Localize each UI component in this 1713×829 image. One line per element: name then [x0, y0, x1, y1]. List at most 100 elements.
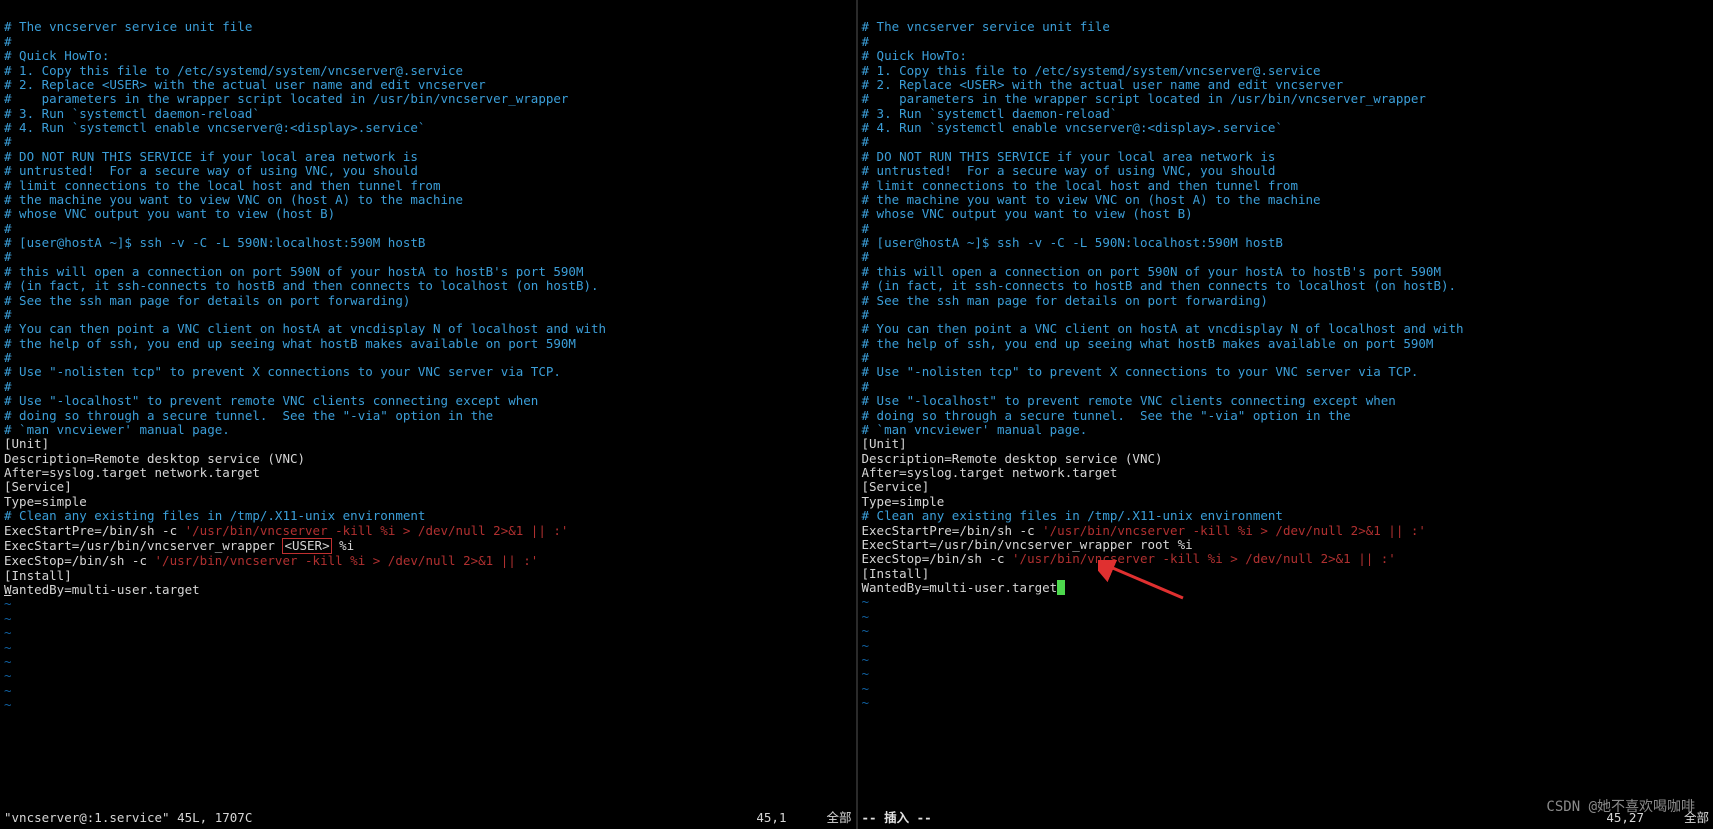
comment-line: # [user@hostA ~]$ ssh -v -C -L 590N:loca…	[862, 235, 1283, 250]
tilde-line: ~	[4, 697, 12, 712]
comment-line: # the machine you want to view VNC on (h…	[4, 192, 463, 207]
user-placeholder-highlight: <USER>	[282, 538, 331, 554]
tilde-line: ~	[4, 683, 12, 698]
tilde-line: ~	[4, 596, 12, 611]
wantedby-line: WantedBy=multi-user.target	[4, 582, 200, 597]
right-status-bar: -- 插入 -- 45,27 全部	[862, 811, 1710, 825]
tilde-line: ~	[862, 652, 870, 667]
insert-cursor	[1057, 580, 1065, 595]
comment-line: # 2. Replace <USER> with the actual user…	[4, 77, 486, 92]
status-position: 45,1	[756, 811, 786, 825]
comment-line: # The vncserver service unit file	[4, 19, 252, 34]
unit-header: [Unit]	[862, 436, 907, 451]
tilde-line: ~	[862, 666, 870, 681]
clean-comment: # Clean any existing files in /tmp/.X11-…	[4, 508, 425, 523]
execstartpre-line: ExecStartPre=/bin/sh -c '/usr/bin/vncser…	[4, 523, 568, 538]
tilde-line: ~	[4, 611, 12, 626]
comment-line: # the help of ssh, you end up seeing wha…	[862, 336, 1434, 351]
comment-line: #	[4, 379, 12, 394]
comment-line: # the help of ssh, you end up seeing wha…	[4, 336, 576, 351]
cursor-position: W	[4, 582, 12, 597]
unit-description: Description=Remote desktop service (VNC)	[862, 451, 1163, 466]
comment-line: # The vncserver service unit file	[862, 19, 1110, 34]
clean-comment: # Clean any existing files in /tmp/.X11-…	[862, 508, 1283, 523]
comment-line: # [user@hostA ~]$ ssh -v -C -L 590N:loca…	[4, 235, 425, 250]
comment-line: #	[862, 134, 870, 149]
comment-line: # limit connections to the local host an…	[4, 178, 441, 193]
comment-line: #	[4, 249, 12, 264]
execstart-line: ExecStart=/usr/bin/vncserver_wrapper roo…	[862, 537, 1193, 552]
comment-line: # You can then point a VNC client on hos…	[4, 321, 606, 336]
comment-line: # limit connections to the local host an…	[862, 178, 1299, 193]
comment-line: # Quick HowTo:	[862, 48, 967, 63]
unit-after: After=syslog.target network.target	[4, 465, 260, 480]
service-type: Type=simple	[862, 494, 945, 509]
comment-line: # whose VNC output you want to view (hos…	[4, 206, 335, 221]
comment-line: #	[4, 350, 12, 365]
tilde-line: ~	[862, 623, 870, 638]
comment-line: # untrusted! For a secure way of using V…	[862, 163, 1276, 178]
comment-line: # the machine you want to view VNC on (h…	[862, 192, 1321, 207]
tilde-line: ~	[862, 609, 870, 624]
tilde-line: ~	[862, 695, 870, 710]
comment-line: # You can then point a VNC client on hos…	[862, 321, 1464, 336]
comment-line: #	[862, 350, 870, 365]
tilde-line: ~	[4, 668, 12, 683]
comment-line: # Use "-localhost" to prevent remote VNC…	[4, 393, 538, 408]
comment-line: # 2. Replace <USER> with the actual user…	[862, 77, 1344, 92]
tilde-line: ~	[4, 654, 12, 669]
comment-line: # 3. Run `systemctl daemon-reload`	[862, 106, 1118, 121]
comment-line: # 4. Run `systemctl enable vncserver@:<d…	[862, 120, 1283, 135]
tilde-line: ~	[4, 625, 12, 640]
install-header: [Install]	[862, 566, 930, 581]
comment-line: # parameters in the wrapper script locat…	[862, 91, 1426, 106]
comment-line: # Use "-nolisten tcp" to prevent X conne…	[4, 364, 561, 379]
comment-line: # DO NOT RUN THIS SERVICE if your local …	[862, 149, 1276, 164]
right-editor-pane[interactable]: # The vncserver service unit file # # Qu…	[858, 0, 1713, 829]
comment-line: # 1. Copy this file to /etc/systemd/syst…	[862, 63, 1321, 78]
unit-header: [Unit]	[4, 436, 49, 451]
comment-line: #	[862, 221, 870, 236]
status-filename: "vncserver@:1.service" 45L, 1707C	[4, 811, 252, 825]
service-header: [Service]	[862, 479, 930, 494]
comment-line: # DO NOT RUN THIS SERVICE if your local …	[4, 149, 418, 164]
left-status-bar: "vncserver@:1.service" 45L, 1707C 45,1 全…	[4, 811, 852, 825]
comment-line: #	[4, 307, 12, 322]
comment-line: #	[4, 221, 12, 236]
comment-line: # Quick HowTo:	[4, 48, 109, 63]
execstart-line: ExecStart=/usr/bin/vncserver_wrapper <US…	[4, 538, 354, 553]
tilde-line: ~	[862, 681, 870, 696]
comment-line: # Use "-localhost" to prevent remote VNC…	[862, 393, 1396, 408]
comment-line: # `man vncviewer' manual page.	[862, 422, 1088, 437]
comment-line: # doing so through a secure tunnel. See …	[4, 408, 493, 423]
comment-line: #	[4, 34, 12, 49]
comment-line: # 3. Run `systemctl daemon-reload`	[4, 106, 260, 121]
comment-line: # parameters in the wrapper script locat…	[4, 91, 568, 106]
status-position: 45,27	[1606, 811, 1644, 825]
status-all: 全部	[1684, 811, 1709, 825]
left-editor-pane[interactable]: # The vncserver service unit file # # Qu…	[0, 0, 856, 829]
service-type: Type=simple	[4, 494, 87, 509]
comment-line: #	[4, 134, 12, 149]
status-all: 全部	[826, 811, 851, 825]
comment-line: # See the ssh man page for details on po…	[862, 293, 1268, 308]
comment-line: #	[862, 249, 870, 264]
status-mode: -- 插入 --	[862, 811, 932, 825]
comment-line: # See the ssh man page for details on po…	[4, 293, 410, 308]
comment-line: # untrusted! For a secure way of using V…	[4, 163, 418, 178]
comment-line: # this will open a connection on port 59…	[4, 264, 583, 279]
unit-after: After=syslog.target network.target	[862, 465, 1118, 480]
install-header: [Install]	[4, 568, 72, 583]
comment-line: # `man vncviewer' manual page.	[4, 422, 230, 437]
comment-line: # doing so through a secure tunnel. See …	[862, 408, 1351, 423]
tilde-line: ~	[4, 640, 12, 655]
service-header: [Service]	[4, 479, 72, 494]
comment-line: #	[862, 379, 870, 394]
wantedby-line: WantedBy=multi-user.target	[862, 580, 1065, 595]
comment-line: # this will open a connection on port 59…	[862, 264, 1441, 279]
file-content-left: # The vncserver service unit file # # Qu…	[4, 20, 852, 712]
comment-line: # Use "-nolisten tcp" to prevent X conne…	[862, 364, 1419, 379]
comment-line: #	[862, 307, 870, 322]
unit-description: Description=Remote desktop service (VNC)	[4, 451, 305, 466]
comment-line: # 4. Run `systemctl enable vncserver@:<d…	[4, 120, 425, 135]
